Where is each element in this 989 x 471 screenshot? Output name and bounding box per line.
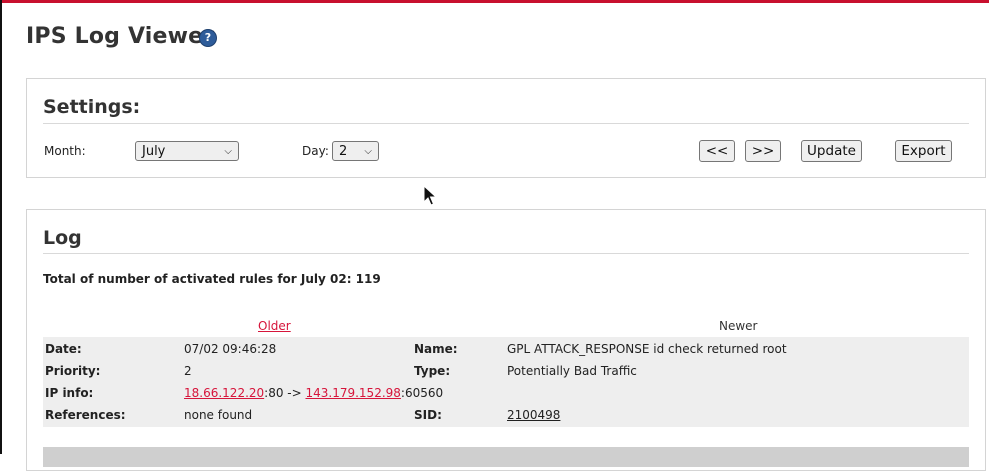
export-button[interactable]: Export	[895, 140, 952, 162]
next-day-button[interactable]: >>	[745, 140, 781, 162]
day-label: Day:	[302, 144, 329, 158]
settings-divider	[43, 123, 969, 124]
destination-port: :60560	[400, 386, 444, 400]
help-icon[interactable]: ?	[200, 30, 216, 46]
top-border	[0, 0, 989, 3]
month-select[interactable]: July ⌵	[135, 141, 239, 161]
sid-label: SID:	[414, 408, 442, 422]
month-select-value: July	[142, 144, 166, 159]
type-value: Potentially Bad Traffic	[507, 364, 637, 378]
mouse-cursor-icon	[423, 185, 437, 206]
total-activated-rules: Total of number of activated rules for J…	[43, 272, 381, 286]
log-panel: Log Total of number of activated rules f…	[26, 209, 986, 471]
source-ip-link[interactable]: 18.66.122.20	[184, 386, 264, 400]
settings-panel: Settings: Month: July ⌵ Day: 2 ⌵ << >> U…	[26, 78, 986, 178]
destination-ip-link[interactable]: 143.179.152.98	[305, 386, 400, 400]
priority-label: Priority:	[45, 364, 101, 378]
type-label: Type:	[414, 364, 451, 378]
page-title: IPS Log Viewer	[26, 24, 215, 49]
next-log-entry	[43, 447, 969, 467]
sid-link[interactable]: 2100498	[507, 408, 560, 422]
older-link[interactable]: Older	[258, 319, 291, 333]
references-label: References:	[45, 408, 126, 422]
settings-title: Settings:	[43, 96, 141, 118]
day-select-value: 2	[339, 144, 348, 159]
update-button[interactable]: Update	[801, 140, 862, 162]
newer-label: Newer	[719, 319, 758, 333]
log-divider	[43, 253, 969, 254]
log-title: Log	[43, 227, 82, 249]
chevron-down-icon: ⌵	[364, 146, 372, 157]
ip-info-label: IP info:	[45, 386, 94, 400]
date-value: 07/02 09:46:28	[184, 342, 277, 356]
log-entry: Date: 07/02 09:46:28 Priority: 2 IP info…	[43, 337, 969, 427]
day-select[interactable]: 2 ⌵	[332, 141, 379, 161]
priority-value: 2	[184, 364, 192, 378]
source-port: :80 ->	[264, 386, 306, 400]
chevron-down-icon: ⌵	[224, 146, 232, 157]
month-label: Month:	[44, 144, 86, 158]
name-label: Name:	[414, 342, 458, 356]
previous-day-button[interactable]: <<	[699, 140, 735, 162]
ip-info-value: 18.66.122.20:80 -> 143.179.152.98:60560	[184, 386, 443, 400]
name-value: GPL ATTACK_RESPONSE id check returned ro…	[507, 342, 787, 356]
date-label: Date:	[45, 342, 82, 356]
references-value: none found	[184, 408, 253, 422]
left-border	[0, 0, 2, 454]
